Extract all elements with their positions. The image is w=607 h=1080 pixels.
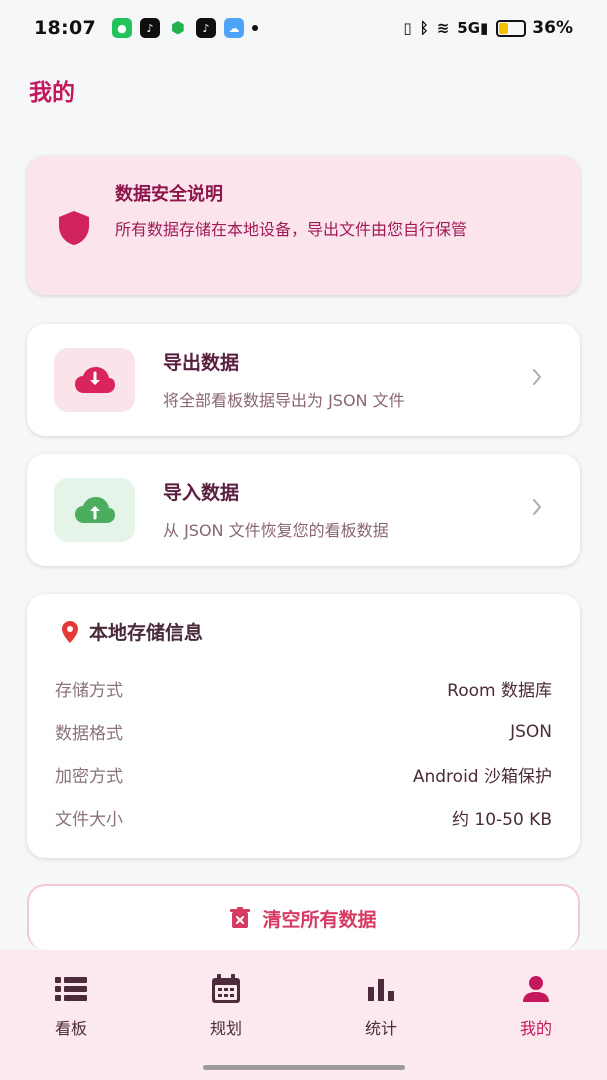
storage-info-row: 文件大小 约 10-50 KB [55, 796, 552, 839]
bottom-navigation: 看板 规划 统计 我的 [0, 950, 607, 1080]
nav-item-mine[interactable]: 我的 [491, 972, 581, 1042]
clear-all-data-button[interactable]: 清空所有数据 [27, 884, 580, 950]
storage-info-row: 数据格式 JSON [55, 710, 552, 753]
export-icon-container [54, 348, 135, 412]
chevron-right-icon [533, 499, 541, 515]
import-data-description: 从 JSON 文件恢复您的看板数据 [163, 521, 389, 540]
encryption-method-value: Android 沙箱保护 [412, 767, 552, 787]
status-right: ▯ ᛒ ≋ 5G▮ 36% [403, 18, 573, 38]
tiktok-icon: ♪ [139, 18, 160, 38]
board-list-icon [54, 972, 88, 1006]
battery-icon [496, 19, 527, 37]
nav-item-plan[interactable]: 规划 [181, 972, 271, 1042]
more-notifications-icon [251, 25, 258, 31]
bluetooth-icon: ᛒ [419, 19, 429, 37]
import-data-title: 导入数据 [163, 482, 240, 504]
clear-all-data-label: 清空所有数据 [262, 908, 377, 931]
cloud-download-icon [74, 367, 115, 393]
tiktok-icon: ♪ [195, 18, 216, 38]
battery-indicator: 36% [496, 18, 573, 38]
shield-icon [57, 210, 91, 246]
nav-label-stats: 统计 [364, 1019, 397, 1038]
cloud-upload-icon [74, 497, 115, 523]
vibrate-icon: ▯ [403, 19, 412, 37]
export-data-description: 将全部看板数据导出为 JSON 文件 [163, 391, 405, 410]
import-data-card[interactable]: 导入数据 从 JSON 文件恢复您的看板数据 [27, 454, 580, 566]
wechat-icon: ● [111, 18, 132, 38]
home-indicator[interactable] [203, 1065, 405, 1070]
battery-fill [499, 22, 508, 34]
storage-info-row: 存储方式 Room 数据库 [55, 667, 552, 710]
storage-info-header: 本地存储信息 [57, 618, 203, 645]
security-notice-card: 数据安全说明 所有数据存储在本地设备，导出文件由您自行保管 [27, 156, 580, 295]
status-left: 18:07 ● ♪ ⬢ ♪ ☁ [34, 17, 258, 39]
location-pin-icon [57, 619, 83, 645]
file-size-value: 约 10-50 KB [451, 810, 552, 830]
storage-info-title: 本地存储信息 [89, 622, 204, 644]
nav-label-mine: 我的 [519, 1019, 552, 1038]
export-data-card[interactable]: 导出数据 将全部看板数据导出为 JSON 文件 [27, 324, 580, 436]
calendar-icon [209, 972, 243, 1006]
data-format-label: 数据格式 [55, 724, 123, 744]
security-notice-description: 所有数据存储在本地设备，导出文件由您自行保管 [115, 220, 468, 239]
bar-chart-icon [364, 972, 398, 1006]
import-icon-container [54, 478, 135, 542]
storage-info-row: 加密方式 Android 沙箱保护 [55, 753, 552, 796]
network-type: 5G [457, 19, 481, 37]
storage-method-label: 存储方式 [55, 681, 123, 701]
wifi-icon: ≋ [436, 19, 450, 37]
status-bar: 18:07 ● ♪ ⬢ ♪ ☁ ▯ ᛒ ≋ 5G▮ 36% [0, 0, 607, 56]
page-title: 我的 [29, 80, 75, 106]
security-notice-title: 数据安全说明 [115, 184, 223, 205]
trash-icon [230, 907, 251, 928]
nav-item-stats[interactable]: 统计 [336, 972, 426, 1042]
nav-label-plan: 规划 [209, 1019, 242, 1038]
nav-label-board: 看板 [54, 1019, 87, 1038]
storage-info-card: 本地存储信息 存储方式 Room 数据库 数据格式 JSON 加密方式 Andr… [27, 594, 580, 858]
person-icon [519, 972, 553, 1006]
cellular-signal-icon: 5G▮ [457, 19, 489, 37]
weather-icon: ☁ [223, 18, 244, 38]
security-app-icon: ⬢ [171, 18, 185, 37]
data-format-value: JSON [510, 721, 552, 742]
status-time: 18:07 [34, 17, 96, 39]
export-data-title: 导出数据 [163, 352, 240, 374]
battery-percentage: 36% [532, 18, 573, 38]
file-size-label: 文件大小 [55, 810, 123, 830]
chevron-right-icon [533, 369, 541, 385]
storage-method-value: Room 数据库 [447, 681, 552, 701]
storage-info-list: 存储方式 Room 数据库 数据格式 JSON 加密方式 Android 沙箱保… [55, 667, 552, 839]
nav-item-board[interactable]: 看板 [26, 972, 116, 1042]
encryption-method-label: 加密方式 [55, 767, 123, 787]
